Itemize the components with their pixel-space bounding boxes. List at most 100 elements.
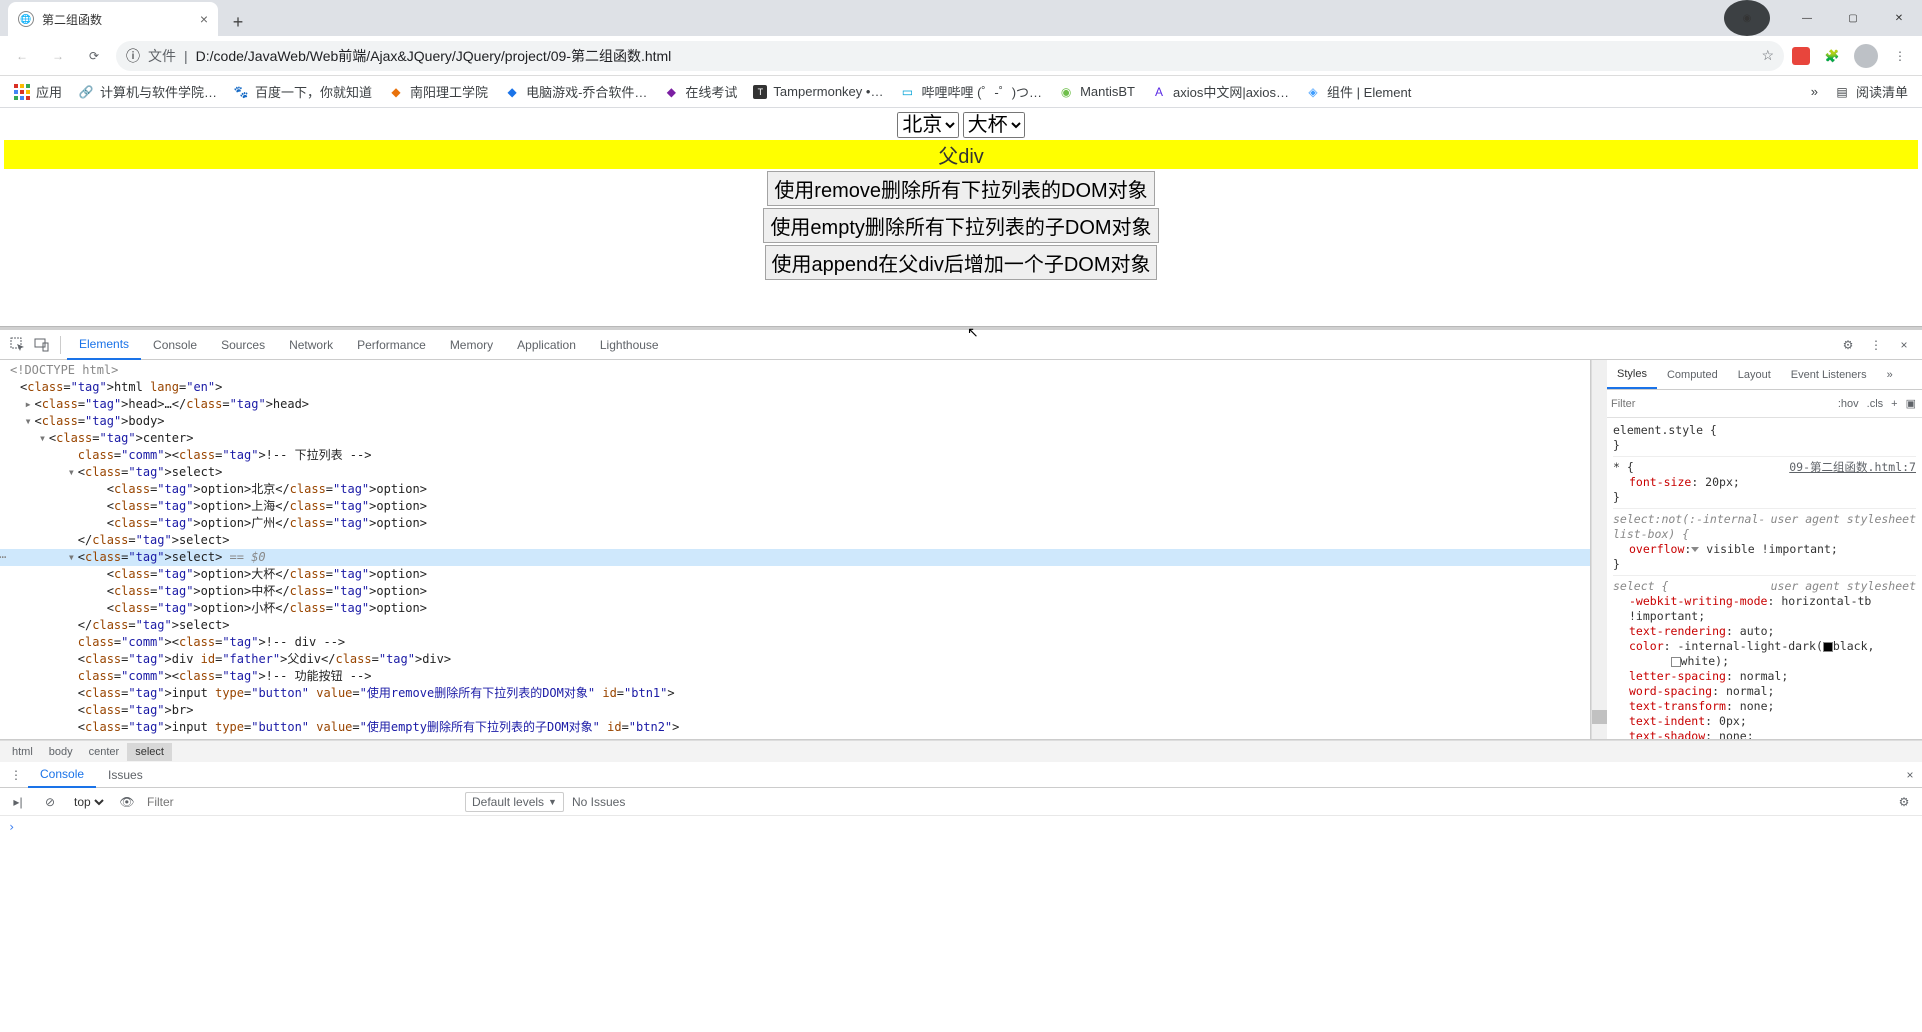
drawer-close-icon[interactable]: × <box>1898 763 1922 787</box>
inspect-element-icon[interactable] <box>6 333 30 357</box>
styles-tab-more-icon[interactable]: » <box>1877 362 1903 388</box>
bookmark-item[interactable]: ◆在线考试 <box>657 78 743 105</box>
crumb[interactable]: body <box>41 743 81 761</box>
bookmark-item[interactable]: ◆电脑游戏-乔合软件… <box>498 78 653 105</box>
log-levels-select[interactable]: Default levels ▼ <box>465 792 564 812</box>
color-swatch-icon[interactable] <box>1671 657 1681 667</box>
chrome-menu-icon[interactable]: ⋮ <box>1886 42 1914 70</box>
styles-tab-computed[interactable]: Computed <box>1657 362 1728 388</box>
close-window-button[interactable]: ✕ <box>1876 0 1922 36</box>
close-tab-icon[interactable]: × <box>200 11 208 27</box>
profile-icon[interactable]: ◉ <box>1724 0 1770 36</box>
styles-rules[interactable]: element.style { } 09-第二组函数.html:7 * { fo… <box>1607 418 1922 739</box>
bookmarks-bar: 应用 🔗计算机与软件学院… 🐾百度一下，你就知道 ◆南阳理工学院 ◆电脑游戏-乔… <box>0 76 1922 108</box>
bookmark-item[interactable]: Aaxios中文网|axios… <box>1145 78 1295 105</box>
styles-tab-layout[interactable]: Layout <box>1728 362 1781 388</box>
reload-button[interactable]: ⟳ <box>80 42 108 70</box>
devtools-tab-lighthouse[interactable]: Lighthouse <box>588 331 671 359</box>
bookmark-overflow-icon[interactable]: » <box>1805 80 1824 103</box>
styles-tabbar: Styles Computed Layout Event Listeners » <box>1607 360 1922 390</box>
devtools-tab-network[interactable]: Network <box>277 331 345 359</box>
new-tab-button[interactable]: + <box>224 8 252 36</box>
styles-tab-listeners[interactable]: Event Listeners <box>1781 362 1877 388</box>
styles-tab-styles[interactable]: Styles <box>1607 361 1657 389</box>
axios-icon: A <box>1151 84 1167 100</box>
crumb[interactable]: html <box>4 743 41 761</box>
bookmark-item[interactable]: ◆南阳理工学院 <box>382 78 494 105</box>
crumb[interactable]: center <box>81 743 128 761</box>
crumb[interactable]: select <box>127 743 172 761</box>
devtools-close-icon[interactable]: × <box>1892 333 1916 357</box>
bilibili-icon: ▭ <box>899 84 915 100</box>
cls-toggle[interactable]: .cls <box>1867 398 1884 410</box>
minimize-button[interactable]: — <box>1784 0 1830 36</box>
cursor-icon: ↖ <box>967 324 979 341</box>
url-text: D:/code/JavaWeb/Web前端/Ajax&JQuery/JQuery… <box>196 46 672 66</box>
console-prompt[interactable]: › <box>0 816 1922 838</box>
reading-list-icon: ▤ <box>1834 84 1850 100</box>
devtools-tab-memory[interactable]: Memory <box>438 331 505 359</box>
console-filter-input[interactable] <box>147 795 457 809</box>
globe-icon: 🌐 <box>18 11 34 27</box>
bookmark-item[interactable]: TTampermonkey •… <box>747 80 889 103</box>
bookmark-item[interactable]: 🔗计算机与软件学院… <box>72 78 223 105</box>
devtools-tab-application[interactable]: Application <box>505 331 588 359</box>
profile-avatar-icon[interactable] <box>1854 44 1878 68</box>
new-rule-icon[interactable]: + <box>1891 398 1897 410</box>
apps-shortcut[interactable]: 应用 <box>8 78 68 105</box>
devtools-menu-icon[interactable]: ⋮ <box>1864 333 1888 357</box>
bookmark-item[interactable]: 🐾百度一下，你就知道 <box>227 78 378 105</box>
drawer-tab-console[interactable]: Console <box>28 762 96 788</box>
console-sidebar-icon[interactable]: ▸| <box>6 790 30 814</box>
styles-filter-input[interactable] <box>1611 398 1830 410</box>
devtools-tab-sources[interactable]: Sources <box>209 331 277 359</box>
link-icon: 🔗 <box>78 84 94 100</box>
elements-breadcrumb: html body center select <box>0 740 1922 762</box>
devtools-tab-performance[interactable]: Performance <box>345 331 438 359</box>
browser-toolbar: ← → ⟳ ⓘ 文件 | D:/code/JavaWeb/Web前端/Ajax&… <box>0 36 1922 76</box>
drawer-tab-issues[interactable]: Issues <box>96 763 155 787</box>
console-settings-icon[interactable]: ⚙ <box>1892 790 1916 814</box>
bookmark-item[interactable]: ◈组件 | Element <box>1299 78 1417 105</box>
elements-tree[interactable]: <!DOCTYPE html><class="tag">html lang="e… <box>0 360 1591 739</box>
city-select[interactable]: 北京上海广州 <box>897 112 959 138</box>
devtools-tab-console[interactable]: Console <box>141 331 209 359</box>
console-toolbar: ▸| ⊘ top 👁 Default levels ▼ No Issues ⚙ <box>0 788 1922 816</box>
baidu-icon: 🐾 <box>233 84 249 100</box>
father-div: 父div <box>4 140 1918 169</box>
site-icon: ◆ <box>388 84 404 100</box>
extension-icon[interactable] <box>1792 47 1810 65</box>
tampermonkey-icon: T <box>753 85 767 99</box>
bookmark-star-icon[interactable]: ☆ <box>1761 47 1774 64</box>
device-toggle-icon[interactable] <box>30 333 54 357</box>
drawer-menu-icon[interactable]: ⋮ <box>4 763 28 787</box>
size-select[interactable]: 大杯中杯小杯 <box>963 112 1025 138</box>
elements-scrollbar[interactable] <box>1591 360 1607 739</box>
live-expression-icon[interactable]: 👁 <box>115 790 139 814</box>
btn-remove[interactable] <box>767 171 1154 206</box>
styles-filter-bar: :hov .cls + ▣ <box>1607 390 1922 418</box>
clear-console-icon[interactable]: ⊘ <box>38 790 62 814</box>
forward-button[interactable]: → <box>44 42 72 70</box>
expand-icon[interactable] <box>1691 547 1699 552</box>
btn-empty[interactable] <box>763 208 1158 243</box>
computed-toggle-icon[interactable]: ▣ <box>1906 397 1916 410</box>
devtools-tab-elements[interactable]: Elements <box>67 330 141 360</box>
btn-append[interactable] <box>765 245 1158 280</box>
bookmark-item[interactable]: ◉MantisBT <box>1052 80 1141 104</box>
context-select[interactable]: top <box>70 794 107 810</box>
devtools-tabbar: Elements Console Sources Network Perform… <box>0 330 1922 360</box>
address-bar[interactable]: ⓘ 文件 | D:/code/JavaWeb/Web前端/Ajax&JQuery… <box>116 41 1784 71</box>
reading-list-button[interactable]: ▤阅读清单 <box>1828 78 1914 105</box>
extensions-puzzle-icon[interactable]: 🧩 <box>1818 42 1846 70</box>
color-swatch-icon[interactable] <box>1823 642 1833 652</box>
devtools-settings-icon[interactable]: ⚙ <box>1836 333 1860 357</box>
maximize-button[interactable]: ▢ <box>1830 0 1876 36</box>
back-button[interactable]: ← <box>8 42 36 70</box>
drawer-tabbar: ⋮ Console Issues × <box>0 762 1922 788</box>
hov-toggle[interactable]: :hov <box>1838 398 1859 410</box>
browser-tab[interactable]: 🌐 第二组函数 × <box>8 2 218 36</box>
no-issues-label: No Issues <box>572 795 625 809</box>
source-link[interactable]: 09-第二组函数.html:7 <box>1789 460 1916 475</box>
bookmark-item[interactable]: ▭哔哩哔哩 (゜-゜)つ… <box>893 78 1048 105</box>
